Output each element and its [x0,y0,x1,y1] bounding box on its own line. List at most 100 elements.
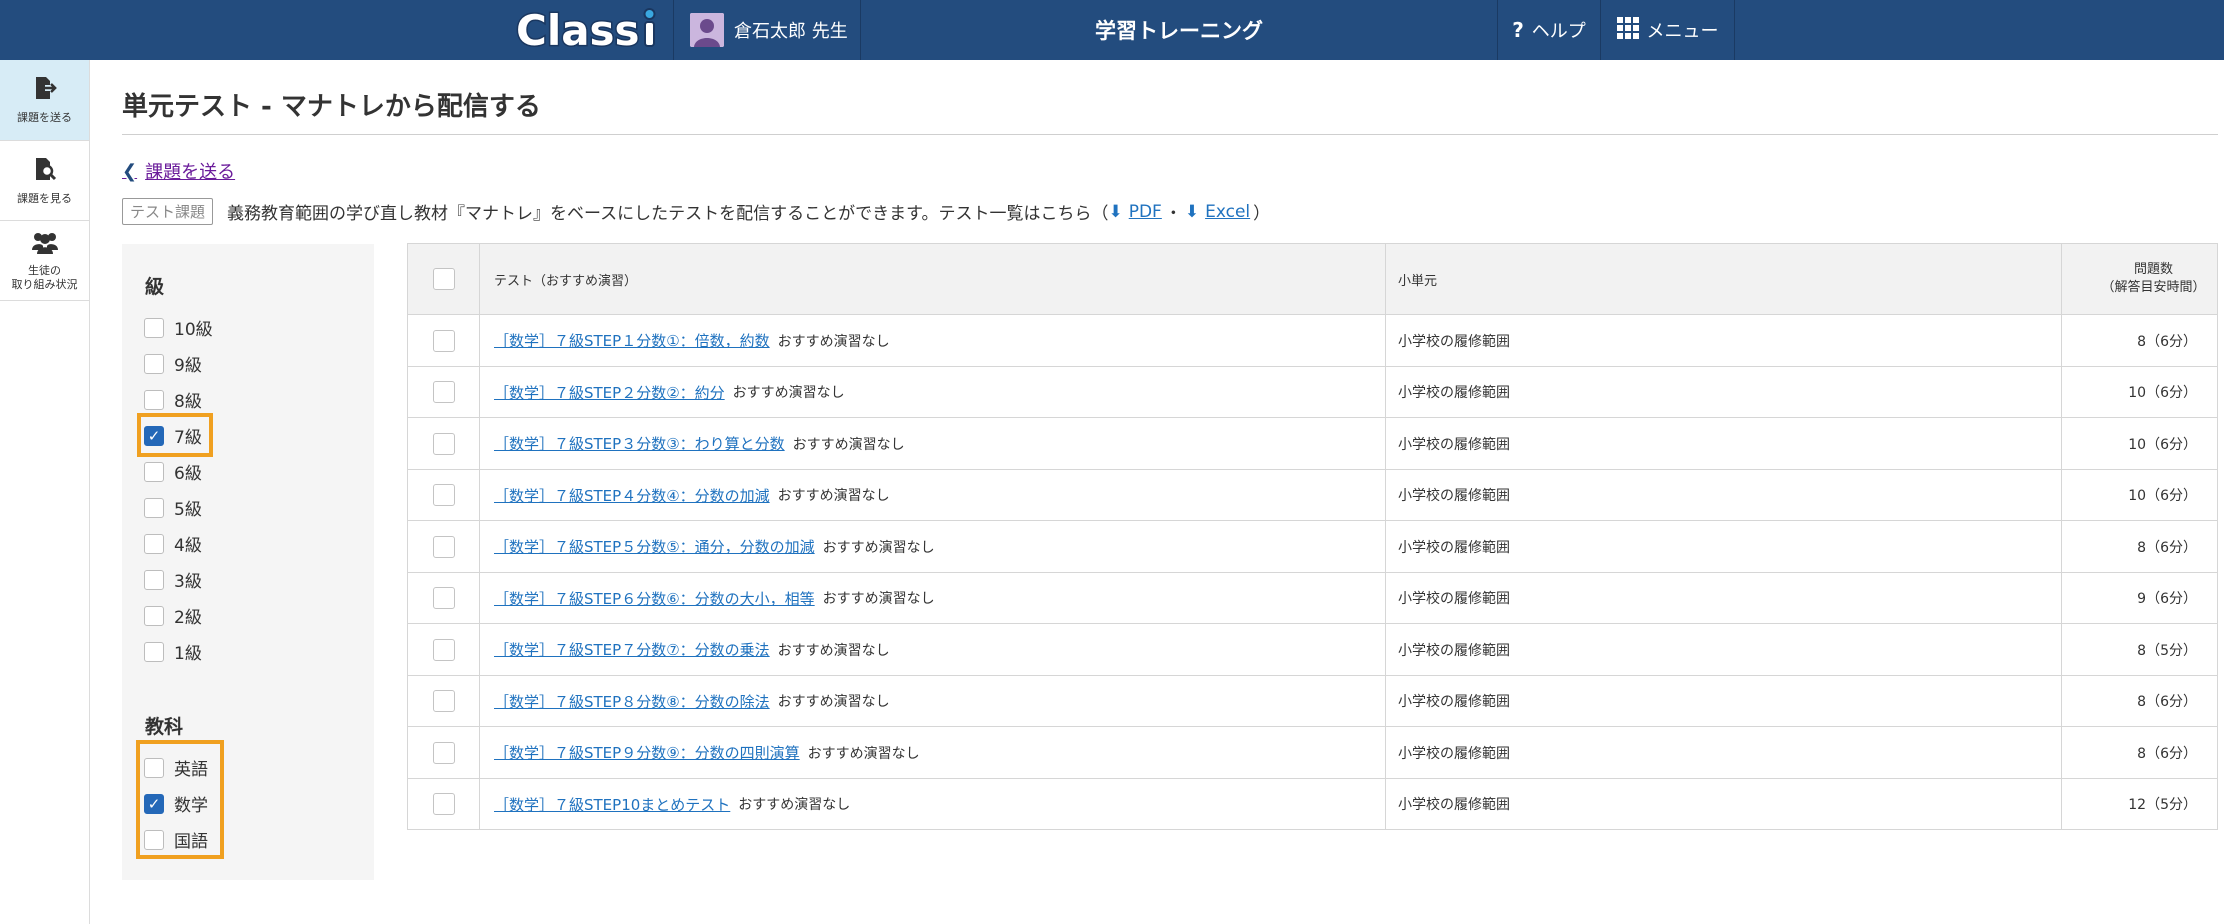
checkbox[interactable] [144,389,164,410]
test-link[interactable]: ［数学］７級STEP６分数⑥：分数の大小，相等 [494,588,815,609]
row-checkbox[interactable] [432,432,455,455]
grade-checkbox-1[interactable]: 1級 [144,639,202,664]
row-checkbox[interactable] [432,484,455,506]
highlight-subjects [136,740,224,859]
test-link[interactable]: ［数学］７級STEP７分数⑦：分数の乗法 [494,639,770,660]
table-row: ［数学］７級STEP５分数⑤：通分，分数の加減 おすすめ演習なし 小学校の履修範… [408,520,2217,572]
help-button[interactable]: ? ヘルプ [1497,0,1601,60]
excel-link[interactable]: Excel [1205,202,1250,222]
download-icon: ⬇ [1184,201,1200,222]
grade-checkbox-2[interactable]: 2級 [144,603,202,628]
recommended-note: おすすめ演習なし [732,385,845,401]
title-divider [122,134,2218,135]
count-cell: 9（6分） [2137,591,2197,607]
test-link[interactable]: ［数学］７級STEP10まとめテスト [494,794,730,815]
test-assignment-tag: テスト課題 [122,198,214,225]
nav-send-assignment[interactable]: 課題を送る [0,60,89,141]
app-title-text: 学習トレーニング [1095,19,1263,43]
chevron-left-icon: ❮ [122,160,138,182]
test-link[interactable]: ［数学］７級STEP４分数④：分数の加減 [494,485,770,506]
checkbox[interactable] [144,353,164,374]
test-link[interactable]: ［数学］７級STEP２分数②：約分 [494,382,725,403]
grade-label: 9級 [174,356,202,376]
description-text: 義務教育範囲の学び直し教材『マナトレ』をベースにしたテストを配信することができま… [227,204,1109,224]
classi-logo[interactable]: Class [505,0,673,60]
nav-label-line2: 取り組み状況 [11,277,78,291]
count-cell: 8（6分） [2137,745,2197,762]
download-icon: ⬇ [1108,201,1123,222]
checkbox[interactable] [144,461,164,482]
row-select-cell [408,676,480,726]
menu-button[interactable]: メニュー [1601,0,1735,60]
row-checkbox[interactable] [432,587,455,609]
test-link[interactable]: ［数学］７級STEP３分数③：わり算と分数 [494,433,785,454]
test-link[interactable]: ［数学］７級STEP９分数⑨：分数の四則演算 [494,742,800,763]
recommended-note: おすすめ演習なし [777,694,890,710]
unit-cell: 小学校の履修範囲 [1386,418,2062,469]
send-document-icon [32,75,58,107]
table-row: ［数学］７級STEP９分数⑨：分数の四則演算 おすすめ演習なし 小学校の履修範囲… [408,726,2217,778]
pdf-link[interactable]: PDF [1129,202,1162,222]
user-menu[interactable]: 倉石太郎 先生 [673,0,861,60]
checkbox[interactable] [144,317,164,338]
test-cell: ［数学］７級STEP１分数①：倍数，約数 おすすめ演習なし [480,315,1386,366]
table-row: ［数学］７級STEP10まとめテスト おすすめ演習なし 小学校の履修範囲 12（… [408,778,2217,829]
highlight-grade-7 [137,413,213,457]
recommended-note: おすすめ演習なし [822,591,935,607]
checkbox[interactable] [144,497,164,518]
test-cell: ［数学］７級STEP４分数④：分数の加減 おすすめ演習なし [480,470,1386,520]
table-row: ［数学］７級STEP２分数②：約分 おすすめ演習なし 小学校の履修範囲 10（6… [408,366,2217,417]
checkbox[interactable] [144,641,164,662]
grade-checkbox-3[interactable]: 3級 [144,567,202,592]
row-checkbox[interactable] [432,741,455,764]
grade-checkbox-5[interactable]: 5級 [144,495,202,520]
checkbox[interactable] [144,533,164,554]
row-checkbox[interactable] [432,329,455,352]
recommended-note: おすすめ演習なし [777,333,890,350]
user-avatar [690,13,724,47]
select-all-checkbox[interactable] [432,268,455,290]
recommended-note: おすすめ演習なし [807,745,920,762]
nav-student-progress[interactable]: 生徒の 取り組み状況 [0,221,89,301]
svg-text:Class: Class [516,6,640,55]
grade-checkbox-10[interactable]: 10級 [144,315,213,340]
back-link[interactable]: ❮ 課題を送る [122,158,235,184]
user-name: 倉石太郎 先生 [734,21,848,42]
grade-checkbox-6[interactable]: 6級 [144,459,202,484]
count-cell: 10（6分） [2128,385,2197,401]
unit-cell: 小学校の履修範囲 [1386,676,2062,726]
grade-label: 1級 [174,644,202,664]
subject-heading: 教科 [145,716,184,738]
checkbox[interactable] [144,569,164,590]
recommended-note: おすすめ演習なし [822,539,935,556]
nav-label: 課題を送る [17,111,72,124]
users-icon [31,230,59,260]
classi-logo-mark: Class [515,5,656,55]
test-cell: ［数学］７級STEP６分数⑥：分数の大小，相等 おすすめ演習なし [480,573,1386,623]
grade-checkbox-8[interactable]: 8級 [144,387,202,412]
checkbox[interactable] [144,605,164,626]
row-checkbox[interactable] [432,638,455,661]
test-cell: ［数学］７級STEP８分数⑧：分数の除法 おすすめ演習なし [480,676,1386,726]
grade-checkbox-9[interactable]: 9級 [144,351,202,376]
row-checkbox[interactable] [432,793,455,815]
row-select-cell [408,367,480,417]
unit-cell: 小学校の履修範囲 [1386,624,2062,675]
count-cell: 8（6分） [2137,333,2197,350]
test-table: テスト（おすすめ演習） 小単元 問題数 （解答目安時間） ［数学］７級STEP１… [407,243,2218,830]
row-select-cell [408,573,480,623]
grade-checkbox-4[interactable]: 4級 [144,531,202,556]
nav-view-assignment[interactable]: 課題を見る [0,141,89,221]
side-nav: 課題を送る 課題を見る 生徒の 取り組み状況 [0,60,90,924]
count-cell: 8（6分） [2137,539,2197,556]
app-title: 学習トレーニング [861,0,1497,60]
row-select-cell [408,779,480,829]
test-link[interactable]: ［数学］７級STEP８分数⑧：分数の除法 [494,691,770,712]
row-checkbox[interactable] [432,381,455,403]
test-link[interactable]: ［数学］７級STEP１分数①：倍数，約数 [494,330,770,351]
row-checkbox[interactable] [432,535,455,558]
page-title: 単元テスト - マナトレから配信する [122,92,541,122]
test-link[interactable]: ［数学］７級STEP５分数⑤：通分，分数の加減 [494,536,815,557]
header-count-line1: 問題数 [2133,262,2173,277]
row-checkbox[interactable] [432,690,455,712]
